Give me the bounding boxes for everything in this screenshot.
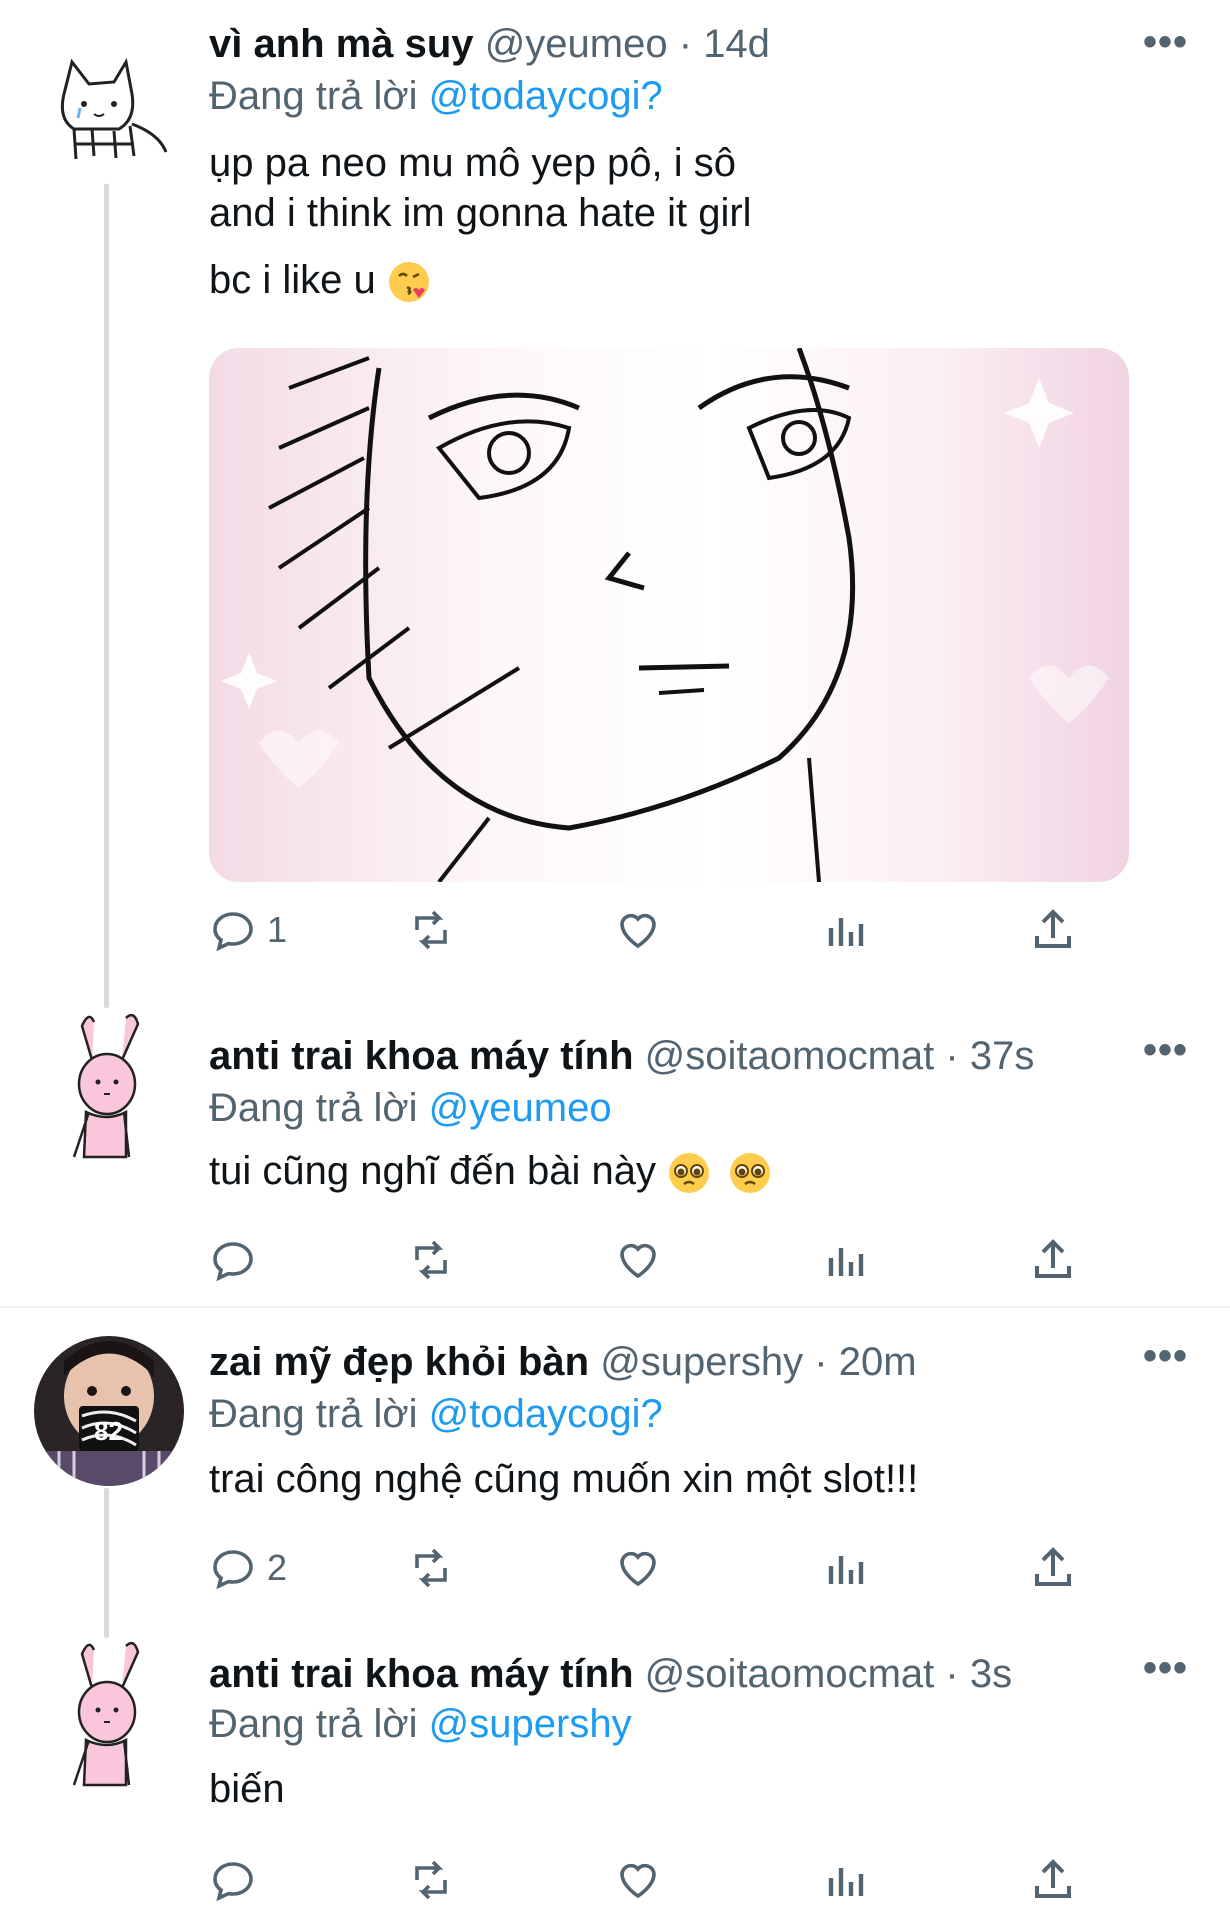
reply-icon bbox=[213, 1242, 253, 1282]
retweet-icon bbox=[415, 1548, 447, 1588]
reply-icon bbox=[213, 1862, 253, 1902]
photo-avatar[interactable]: 82 bbox=[34, 1336, 184, 1486]
retweet-icon bbox=[415, 1240, 447, 1280]
author-name[interactable]: zai mỹ đẹp khỏi bàn bbox=[209, 1340, 589, 1384]
tweet-text: trai công nghệ cũng muốn xin một slot!!! bbox=[209, 1457, 919, 1501]
replying-to: Đang trả lời @todaycogi? bbox=[209, 72, 663, 120]
tweet-actions bbox=[209, 1850, 1129, 1910]
reply-button[interactable] bbox=[209, 1230, 267, 1290]
analytics-icon bbox=[828, 918, 864, 946]
tweet-text-line: ụp pa neo mu mô yep pô, i sô bbox=[209, 141, 736, 185]
share-button[interactable] bbox=[1029, 1850, 1077, 1910]
thread-line bbox=[104, 176, 109, 1008]
analytics-button[interactable] bbox=[821, 1850, 869, 1910]
analytics-button[interactable] bbox=[821, 1230, 869, 1290]
separator: · bbox=[945, 1034, 959, 1078]
like-button[interactable] bbox=[614, 1230, 662, 1290]
svg-text:82: 82 bbox=[94, 1416, 123, 1446]
heart-icon bbox=[620, 1863, 656, 1899]
analytics-icon bbox=[828, 1248, 864, 1276]
replying-handle-link[interactable]: @todaycogi? bbox=[429, 1392, 663, 1436]
replying-handle-link[interactable]: @yeumeo bbox=[429, 1086, 612, 1130]
cat-doodle-avatar[interactable] bbox=[34, 34, 184, 184]
kissing-face-with-heart-emoji bbox=[388, 262, 429, 303]
like-button[interactable] bbox=[614, 1538, 662, 1598]
share-button[interactable] bbox=[1029, 900, 1077, 960]
tweet-actions: 2 bbox=[209, 1538, 1129, 1598]
reply-icon bbox=[213, 912, 253, 952]
retweet-button[interactable] bbox=[407, 900, 455, 960]
pleading-face-emoji bbox=[669, 1153, 710, 1194]
retweet-icon bbox=[415, 910, 447, 950]
more-options-icon[interactable]: ••• bbox=[1143, 1028, 1188, 1073]
analytics-icon bbox=[828, 1868, 864, 1896]
retweet-icon bbox=[415, 1860, 447, 1900]
analytics-icon bbox=[828, 1556, 864, 1584]
more-options-icon[interactable]: ••• bbox=[1143, 20, 1188, 65]
reply-button[interactable]: 2 bbox=[209, 1538, 287, 1598]
share-icon bbox=[1035, 909, 1071, 948]
author-handle[interactable]: @supershy bbox=[600, 1340, 803, 1384]
reply-count: 2 bbox=[267, 1547, 288, 1588]
replying-handle-link[interactable]: @supershy bbox=[429, 1702, 632, 1746]
replying-to: Đang trả lời @todaycogi? bbox=[209, 1390, 663, 1438]
replying-to: Đang trả lời @supershy bbox=[209, 1700, 632, 1748]
like-button[interactable] bbox=[614, 900, 662, 960]
retweet-button[interactable] bbox=[407, 1230, 455, 1290]
reply-button[interactable]: 1 bbox=[209, 900, 287, 960]
retweet-button[interactable] bbox=[407, 1538, 455, 1598]
separator: · bbox=[814, 1340, 828, 1384]
replying-prefix: Đang trả lời bbox=[209, 1702, 418, 1746]
author-handle[interactable]: @yeumeo bbox=[485, 22, 668, 66]
tweet-text: biến bbox=[209, 1767, 285, 1811]
pink-bunny-avatar[interactable] bbox=[34, 1640, 184, 1790]
tweet-text-line-with-emoji: bc i like u bbox=[209, 255, 431, 305]
reply-button[interactable] bbox=[209, 1850, 267, 1910]
tweet-text: bc i like u bbox=[209, 258, 376, 302]
analytics-button[interactable] bbox=[821, 1538, 869, 1598]
thread-line bbox=[104, 1488, 109, 1638]
replying-prefix: Đang trả lời bbox=[209, 1086, 418, 1130]
tweet-actions bbox=[209, 1230, 1129, 1290]
timestamp[interactable]: 14d bbox=[703, 22, 770, 66]
share-icon bbox=[1035, 1239, 1071, 1278]
thread-divider bbox=[0, 1306, 1230, 1308]
like-button[interactable] bbox=[614, 1850, 662, 1910]
replying-prefix: Đang trả lời bbox=[209, 74, 418, 118]
pink-bunny-avatar[interactable] bbox=[34, 1012, 184, 1162]
timestamp[interactable]: 3s bbox=[970, 1652, 1012, 1696]
replying-to: Đang trả lời @yeumeo bbox=[209, 1084, 612, 1132]
replying-prefix: Đang trả lời bbox=[209, 1392, 418, 1436]
more-options-icon[interactable]: ••• bbox=[1143, 1646, 1188, 1691]
share-button[interactable] bbox=[1029, 1230, 1077, 1290]
replying-handle-link[interactable]: @todaycogi? bbox=[429, 74, 663, 118]
timestamp[interactable]: 37s bbox=[970, 1034, 1035, 1078]
author-name[interactable]: anti trai khoa máy tính bbox=[209, 1034, 634, 1078]
author-name[interactable]: anti trai khoa máy tính bbox=[209, 1652, 634, 1696]
anime-sketch-image bbox=[221, 348, 1109, 882]
tweet-text: tui cũng nghĩ đến bài này bbox=[209, 1149, 657, 1193]
tweet-text-line: and i think im gonna hate it girl bbox=[209, 191, 752, 235]
tweet-actions: 1 bbox=[209, 900, 1129, 960]
heart-icon bbox=[620, 1551, 656, 1587]
separator: · bbox=[945, 1652, 959, 1696]
pleading-face-emoji bbox=[730, 1153, 771, 1194]
tweet-text-line-with-emoji: tui cũng nghĩ đến bài này bbox=[209, 1146, 772, 1196]
author-handle[interactable]: @soitaomocmat bbox=[645, 1034, 935, 1078]
author-name[interactable]: vì anh mà suy bbox=[209, 22, 474, 66]
share-icon bbox=[1035, 1547, 1071, 1586]
retweet-button[interactable] bbox=[407, 1850, 455, 1910]
tweet-image[interactable] bbox=[209, 348, 1129, 882]
more-options-icon[interactable]: ••• bbox=[1143, 1334, 1188, 1379]
heart-icon bbox=[620, 1243, 656, 1279]
heart-icon bbox=[620, 913, 656, 949]
reply-icon bbox=[213, 1550, 253, 1590]
share-icon bbox=[1035, 1859, 1071, 1898]
analytics-button[interactable] bbox=[821, 900, 869, 960]
timestamp[interactable]: 20m bbox=[839, 1340, 917, 1384]
share-button[interactable] bbox=[1029, 1538, 1077, 1598]
author-handle[interactable]: @soitaomocmat bbox=[645, 1652, 935, 1696]
reply-count: 1 bbox=[267, 909, 288, 950]
separator: · bbox=[678, 22, 693, 66]
